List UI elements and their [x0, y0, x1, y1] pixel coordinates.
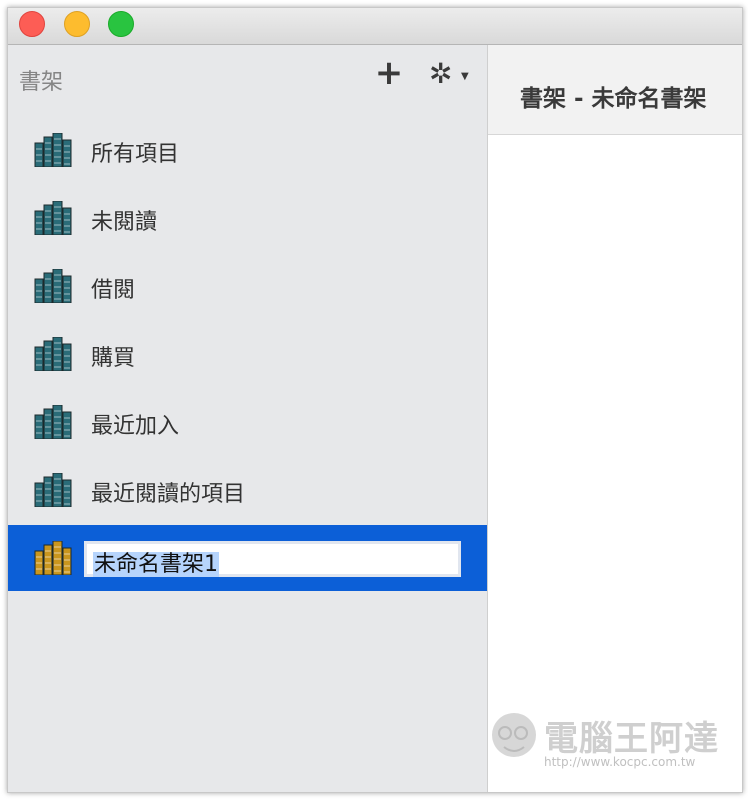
- bookshelf-icon: [33, 268, 73, 304]
- settings-menu-button[interactable]: ✲ ▼: [429, 60, 475, 90]
- gear-icon: ✲: [429, 57, 453, 90]
- title-bar: [8, 8, 742, 45]
- shelf-item-label: 最近閱讀的項目: [91, 482, 246, 507]
- zoom-button[interactable]: [108, 11, 134, 37]
- shelf-item[interactable]: 最近加入: [8, 389, 487, 455]
- sidebar-title: 書架: [19, 70, 64, 95]
- shelf-item[interactable]: 未閱讀: [8, 185, 487, 251]
- bookshelf-icon: [33, 404, 73, 440]
- shelf-name-input[interactable]: 未命名書架1: [84, 541, 461, 577]
- shelf-item[interactable]: 最近閱讀的項目: [8, 457, 487, 523]
- shelf-item-label: 未閱讀: [91, 210, 158, 235]
- bookshelf-icon: [33, 472, 73, 508]
- watermark: 電腦王阿達 http://www.kocpc.com.tw: [486, 705, 736, 775]
- shelf-item-label: 最近加入: [91, 414, 180, 439]
- app-window: 書架 + ✲ ▼ 所有項目未閱讀借閱購買最近加入最近閱讀的項目 未命名書架1 書架…: [7, 7, 743, 793]
- add-shelf-button[interactable]: +: [374, 56, 404, 90]
- main-panel: 書架 - 未命名書架: [488, 45, 742, 792]
- mascot-logo: [492, 713, 536, 757]
- shelf-name-text: 未命名書架1: [93, 552, 219, 577]
- bookshelf-icon: [33, 200, 73, 236]
- shelf-item-label: 借閱: [91, 278, 136, 303]
- page-title: 書架 - 未命名書架: [520, 86, 707, 112]
- shelf-item-selected[interactable]: 未命名書架1: [8, 525, 487, 591]
- bookshelf-icon: [33, 336, 73, 372]
- minimize-button[interactable]: [64, 11, 90, 37]
- shelf-item-label: 購買: [91, 346, 136, 371]
- shelf-item-label: 所有項目: [91, 142, 180, 167]
- plus-icon: +: [374, 53, 404, 93]
- shelf-item[interactable]: 所有項目: [8, 117, 487, 183]
- sidebar: 書架 + ✲ ▼ 所有項目未閱讀借閱購買最近加入最近閱讀的項目 未命名書架1: [8, 45, 488, 792]
- watermark-brand: 電腦王阿達: [544, 719, 719, 759]
- chevron-down-icon: ▼: [461, 71, 469, 82]
- bookshelf-icon: [33, 132, 73, 168]
- main-header: 書架 - 未命名書架: [488, 45, 742, 135]
- shelf-item[interactable]: 購買: [8, 321, 487, 387]
- watermark-url: http://www.kocpc.com.tw: [544, 755, 696, 769]
- bookshelf-icon: [33, 540, 73, 576]
- shelf-item[interactable]: 借閱: [8, 253, 487, 319]
- close-button[interactable]: [19, 11, 45, 37]
